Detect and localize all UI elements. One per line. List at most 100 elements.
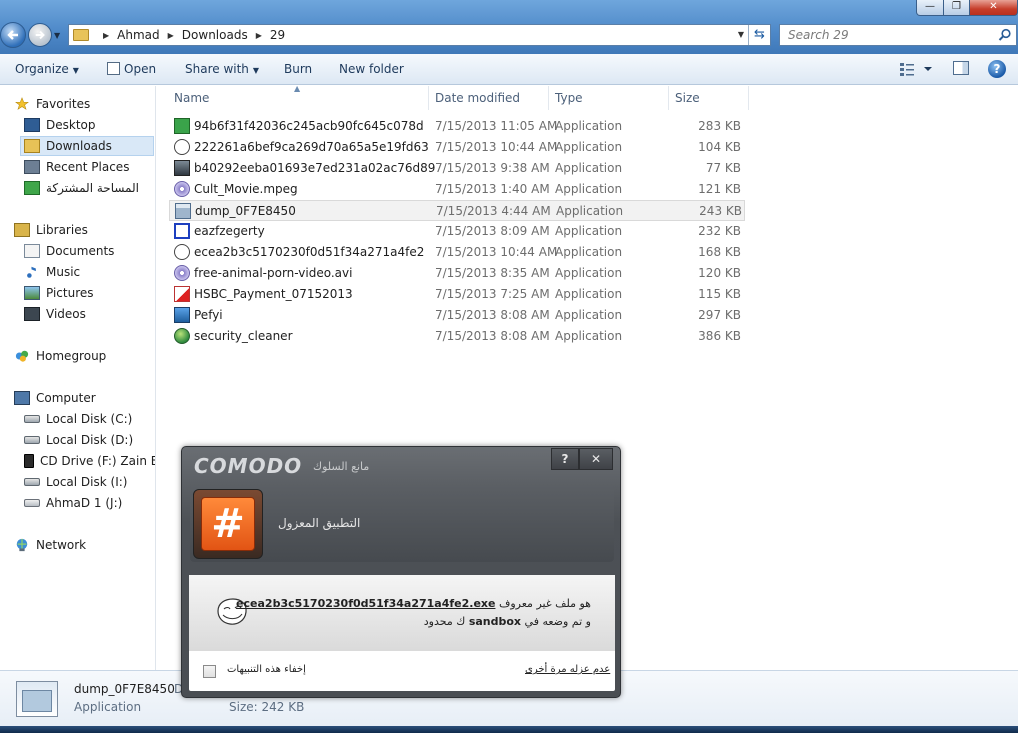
breadcrumb-ahmad[interactable]: Ahmad <box>117 28 159 42</box>
nav-local-disk-c[interactable]: Local Disk (C:) <box>24 409 132 429</box>
nav-local-disk-i[interactable]: Local Disk (I:) <box>24 472 127 492</box>
nav-desktop[interactable]: Desktop <box>24 115 96 135</box>
search-input[interactable]: Search 29 <box>779 24 1017 46</box>
view-options-icon[interactable] <box>900 62 934 76</box>
nav-libraries[interactable]: Libraries <box>14 220 88 240</box>
dialog-subtitle: مانع السلوك <box>313 460 370 473</box>
alert-message-line-2: و تم وضعه في sandbox ك محدود <box>424 615 591 628</box>
trollface-icon <box>174 139 190 155</box>
file-type: Application <box>555 329 623 343</box>
table-row[interactable]: free-animal-porn-video.avi 7/15/2013 8:35… <box>169 263 745 284</box>
table-row[interactable]: security_cleaner 7/15/2013 8:08 AM Applica… <box>169 326 745 347</box>
nav-ahmad-j[interactable]: AhmaD 1 (J:) <box>24 493 122 513</box>
dialog-help-button[interactable]: ? <box>551 448 579 470</box>
table-row[interactable]: ecea2b3c5170230f0d51f34a271a4fe2 7/15/201… <box>169 242 745 263</box>
nav-label: CD Drive (F:) Zain Br <box>40 454 156 468</box>
refresh-button[interactable]: ⇆ <box>748 25 770 45</box>
nav-cd-drive-f[interactable]: CD Drive (F:) Zain Br <box>24 451 156 471</box>
nav-computer[interactable]: Computer <box>14 388 96 408</box>
sandboxed-file-link[interactable]: ecea2b3c5170230f0d51f34a271a4fe2.exe <box>236 597 495 610</box>
globe-shield-icon <box>174 328 190 344</box>
pictures-icon <box>24 286 40 300</box>
alert-header: # التطبيق المعزول <box>190 486 614 562</box>
nav-local-disk-d[interactable]: Local Disk (D:) <box>24 430 133 450</box>
cd-drive-icon <box>24 454 34 468</box>
navigation-pane: Favorites Desktop Downloads Recent Place… <box>0 86 156 670</box>
nav-documents[interactable]: Documents <box>24 241 114 261</box>
table-row[interactable]: 222261a6bef9ca269d70a65a5e19fd63 7/15/201… <box>169 137 745 158</box>
alert-message-box: هو ملف غير معروف ecea2b3c5170230f0d51f34… <box>189 575 615 651</box>
column-name[interactable]: Name <box>168 86 429 110</box>
file-date: 7/15/2013 1:40 AM <box>435 182 550 196</box>
nav-pictures[interactable]: Pictures <box>24 283 94 303</box>
open-button[interactable]: Open <box>107 62 156 76</box>
taskbar <box>0 726 1018 733</box>
file-name: Pefyi <box>194 308 223 322</box>
nav-downloads[interactable]: Downloads <box>24 136 112 156</box>
nav-shared-space[interactable]: المساحة المشتركة <box>24 178 139 198</box>
nav-network[interactable]: Network <box>14 535 86 555</box>
hide-alerts-checkbox[interactable] <box>203 665 216 678</box>
help-icon[interactable]: ? <box>988 60 1006 78</box>
file-name: eazfzegerty <box>194 224 265 238</box>
file-type: Application <box>555 287 623 301</box>
folder-icon <box>73 29 89 41</box>
music-note-icon <box>27 266 36 278</box>
recent-pages-dropdown[interactable]: ▼ <box>54 31 60 40</box>
column-date-modified[interactable]: Date modified <box>429 86 549 110</box>
nav-music[interactable]: Music <box>24 262 80 282</box>
file-name: HSBC_Payment_07152013 <box>194 287 353 301</box>
share-with-button[interactable]: Share with ▼ <box>185 62 259 76</box>
address-bar[interactable]: ▶ Ahmad ▶ Downloads ▶ 29 ▼ ⇆ <box>68 24 771 46</box>
table-row[interactable]: Pefyi 7/15/2013 8:08 AM Application 297 KB <box>169 305 745 326</box>
nav-recent-places[interactable]: Recent Places <box>24 157 129 177</box>
table-row[interactable]: 94b6f31f42036c245acb90fc645c078d 7/15/201… <box>169 116 745 137</box>
table-row[interactable]: HSBC_Payment_07152013 7/15/2013 7:25 AM Ap… <box>169 284 745 305</box>
media-disc-icon <box>174 181 190 197</box>
unsandbox-link[interactable]: عدم عزله مرة أخرى <box>525 664 610 675</box>
address-dropdown-icon[interactable]: ▼ <box>738 30 744 39</box>
organize-button[interactable]: Organize ▼ <box>15 62 79 76</box>
file-date: 7/15/2013 11:05 AM <box>435 119 558 133</box>
column-type[interactable]: Type <box>549 86 669 110</box>
forward-button[interactable] <box>28 23 52 47</box>
installer-icon <box>174 307 190 323</box>
star-icon <box>15 97 29 110</box>
alert-body: هو ملف غير معروف ecea2b3c5170230f0d51f34… <box>189 575 615 691</box>
crumb-separator-icon[interactable]: ▶ <box>168 31 174 40</box>
dialog-close-button[interactable]: ✕ <box>579 448 613 470</box>
crumb-separator-icon[interactable]: ▶ <box>103 31 109 40</box>
table-row[interactable]: dump_0F7E8450 7/15/2013 4:44 AM Applicatio… <box>169 200 745 221</box>
nav-favorites[interactable]: Favorites <box>14 94 90 114</box>
breadcrumb-29[interactable]: 29 <box>270 28 285 42</box>
maximize-button[interactable]: ❐ <box>943 0 970 16</box>
preview-pane-icon[interactable] <box>953 61 969 75</box>
file-size: 104 KB <box>698 140 741 154</box>
column-size[interactable]: Size <box>669 86 749 110</box>
crumb-separator-icon[interactable]: ▶ <box>256 31 262 40</box>
breadcrumb-downloads[interactable]: Downloads <box>182 28 248 42</box>
minimize-button[interactable]: — <box>916 0 944 16</box>
table-row[interactable]: eazfzegerty 7/15/2013 8:09 AM Application 2… <box>169 221 745 242</box>
message-text: ك محدود <box>423 615 466 628</box>
file-type: Application <box>555 224 623 238</box>
hide-alerts-label: إخفاء هذه التنبيهات <box>227 664 306 675</box>
nav-label: Pictures <box>46 286 94 300</box>
nav-videos[interactable]: Videos <box>24 304 86 324</box>
table-row[interactable]: Cult_Movie.mpeg 7/15/2013 1:40 AM Applicat… <box>169 179 745 200</box>
nav-label: Desktop <box>46 118 96 132</box>
new-folder-button[interactable]: New folder <box>339 62 404 76</box>
detail-file-size: Size: 242 KB <box>229 700 304 714</box>
trollface-icon <box>174 244 190 260</box>
nav-label: Local Disk (D:) <box>46 433 134 447</box>
table-row[interactable]: b40292eeba01693e7ed231a02ac76d89 7/15/201… <box>169 158 745 179</box>
forward-arrow-icon <box>35 30 45 40</box>
nav-label: Downloads <box>46 139 112 153</box>
close-button[interactable]: ✕ <box>969 0 1018 16</box>
file-thumbnail <box>16 681 58 717</box>
burn-button[interactable]: Burn <box>284 62 312 76</box>
search-icon <box>998 28 1011 41</box>
back-button[interactable] <box>0 22 26 48</box>
file-name: security_cleaner <box>194 329 293 343</box>
nav-homegroup[interactable]: Homegroup <box>14 346 106 366</box>
